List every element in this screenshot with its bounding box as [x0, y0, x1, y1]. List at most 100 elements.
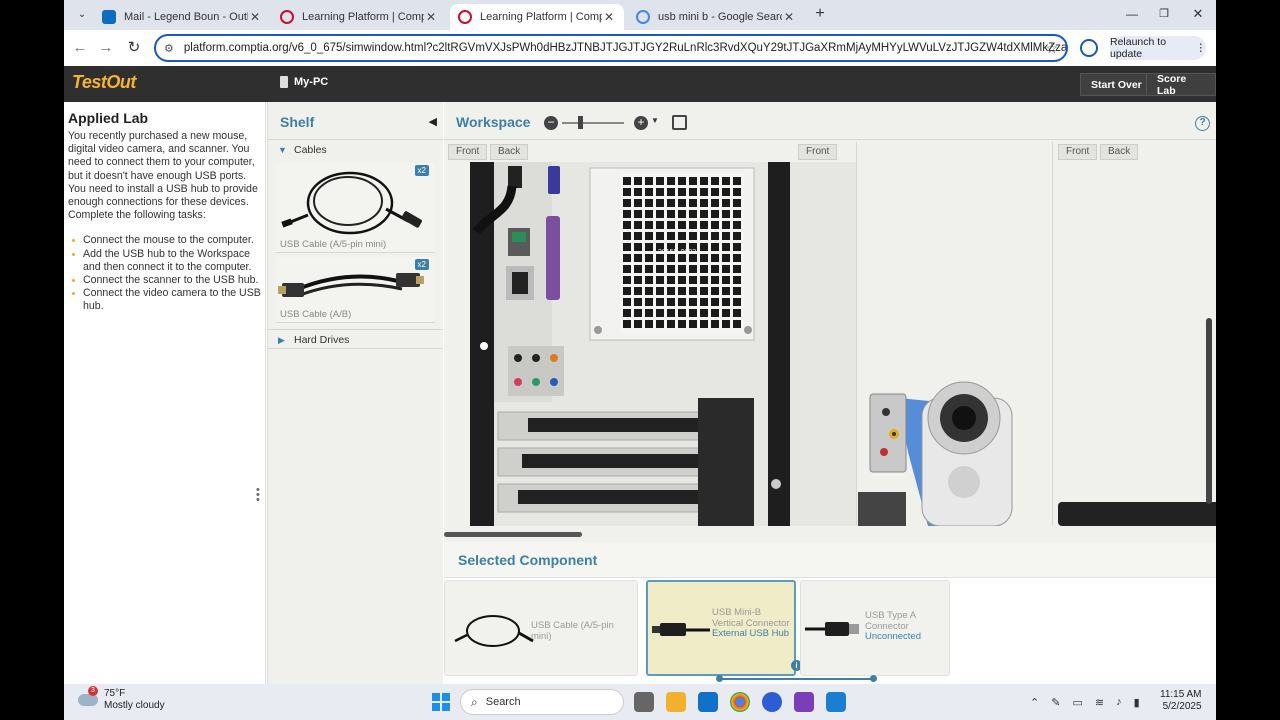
windows-start-icon[interactable] [432, 693, 450, 711]
tab-google-search[interactable]: usb mini b - Google Search ✕ [628, 4, 804, 30]
collapse-left-icon[interactable]: ◀ [429, 115, 437, 128]
profile-icon[interactable] [1080, 39, 1098, 57]
testout-logo: TestOut [72, 72, 136, 92]
workspace-panel: Workspace − + ▼ ? Front Back Front Front… [444, 102, 1216, 542]
category-label: Hard Drives [294, 334, 350, 346]
volume-icon[interactable]: ♪ [1116, 696, 1122, 709]
fit-to-screen-icon[interactable] [672, 115, 687, 130]
scanner-image [1058, 502, 1216, 526]
scanner-view[interactable] [1054, 162, 1216, 526]
weather-text: 75°F Mostly cloudy [104, 688, 165, 712]
wifi-icon[interactable]: ≋ [1095, 696, 1104, 709]
computer-label: 2015B-0002 [658, 249, 696, 256]
pane-divider [856, 142, 857, 526]
file-explorer-icon[interactable] [666, 692, 686, 712]
task-view-icon[interactable] [634, 692, 654, 712]
restore-icon[interactable]: ❐ [1154, 4, 1174, 24]
score-lab-button[interactable]: Score Lab [1146, 73, 1216, 97]
shelf-item-usb-cable-ab[interactable]: x2 USB Cable (A/B) [276, 257, 435, 323]
bookmark-star-icon[interactable]: ☆ [1045, 40, 1058, 57]
shelf-header: Shelf ◀ [268, 102, 443, 140]
relaunch-button[interactable]: Relaunch to update ⋮ [1110, 36, 1206, 60]
shelf-item-usb-cable-mini[interactable]: x2 USB Cable (A/5-pin mini) [276, 163, 435, 253]
connector-status-link[interactable]: Unconnected [865, 631, 947, 643]
collapsed-triangle-icon: ▶ [278, 335, 285, 345]
zoom-slider-track[interactable] [562, 122, 624, 124]
zoom-out-icon[interactable]: − [544, 116, 558, 130]
scanner-back-button[interactable]: Back [1100, 144, 1139, 160]
tab-title: Mail - Legend Boun - Outlook [124, 11, 248, 23]
selected-component-title: Selected Component [444, 542, 1216, 578]
help-icon[interactable]: ? [1195, 116, 1210, 131]
shelf-category-cables[interactable]: ▼ Cables [268, 140, 443, 160]
task-item: Connect the video camera to the USB hub. [72, 287, 261, 313]
system-tray: ⌃ ✎ ▭ ≋ ♪ ▮ [1030, 696, 1140, 709]
camera-front-button[interactable]: Front [798, 144, 838, 160]
horizontal-scrollbar[interactable] [444, 532, 582, 537]
video-camera-view[interactable] [858, 162, 1052, 526]
zoom-icon[interactable] [762, 692, 782, 712]
taskbar-search[interactable]: ⌕ Search [460, 689, 624, 715]
scanner-front-button[interactable]: Front [1058, 144, 1098, 160]
instructions-body: You recently purchased a new mouse, digi… [68, 130, 258, 222]
clock[interactable]: 11:15 AM 5/2/2025 [1160, 689, 1202, 713]
tab-outlook[interactable]: Mail - Legend Boun - Outlook ✕ [94, 4, 270, 30]
close-window-icon[interactable]: ✕ [1188, 4, 1208, 24]
zoom-in-icon[interactable]: + [634, 116, 648, 130]
site-info-icon[interactable]: ⚙ [164, 42, 174, 55]
display-icon[interactable]: ▭ [1072, 696, 1082, 709]
connector-status-link[interactable]: External USB Hub [712, 628, 794, 640]
task-item: Add the USB hub to the Workspace and the… [72, 248, 261, 274]
windows-taskbar: 3 75°F Mostly cloudy ⌕ Search ⌃ ✎ ▭ ≋ ♪ … [64, 684, 1216, 720]
start-over-button[interactable]: Start Over [1080, 73, 1153, 96]
computer-back-view[interactable]: 2015B-0002 [470, 162, 856, 526]
connector-name: USB Type A Connector [865, 610, 916, 632]
address-bar[interactable]: ⚙ platform.comptia.org/v6_0_675/simwindo… [154, 34, 1068, 62]
pane-divider [1052, 142, 1053, 526]
tab-learning-platform-2[interactable]: Learning Platform | CompTIA ✕ [450, 4, 624, 30]
close-icon[interactable]: ✕ [424, 10, 438, 24]
relaunch-label: Relaunch to update [1110, 36, 1167, 60]
close-icon[interactable]: ✕ [782, 10, 796, 24]
close-icon[interactable]: ✕ [602, 10, 616, 24]
workspace-header: Workspace − + ▼ ? [444, 102, 1216, 140]
clock-date: 5/2/2025 [1162, 701, 1202, 712]
component-label: USB Type A Connector Unconnected [865, 610, 947, 643]
back-arrow-icon[interactable]: ← [70, 38, 90, 58]
zoom-slider-thumb[interactable] [578, 116, 583, 129]
close-icon[interactable]: ✕ [248, 10, 262, 24]
clipchamp-icon[interactable] [794, 692, 814, 712]
panel-resize-grip-icon[interactable]: • • • [256, 485, 264, 506]
component-usb-mini-b-connector[interactable]: USB Mini-B Vertical Connector External U… [646, 580, 796, 676]
selected-component-panel: Selected Component USB Cable (A/5-pin mi… [444, 542, 1216, 684]
reload-icon[interactable]: ↻ [124, 38, 144, 58]
cloud-icon: 3 [78, 686, 98, 706]
tab-search-chevron-icon[interactable]: ⌄ [72, 5, 92, 25]
usb-ab-cable-image [278, 273, 424, 297]
computer-back-button[interactable]: Back [490, 144, 529, 160]
vertical-scrollbar[interactable] [1206, 318, 1212, 504]
task-item: Connect the mouse to the computer. [72, 234, 261, 247]
component-usb-cable-mini[interactable]: USB Cable (A/5-pin mini) [444, 580, 638, 676]
forward-arrow-icon[interactable]: → [96, 38, 116, 58]
chrome-icon[interactable] [730, 692, 750, 712]
component-usb-type-a-connector[interactable]: USB Type A Connector Unconnected [800, 580, 950, 676]
new-tab-icon[interactable]: + [810, 4, 830, 24]
computer-front-button[interactable]: Front [448, 144, 488, 160]
zoom-dropdown-caret-icon[interactable]: ▼ [651, 116, 659, 125]
category-label: Cables [294, 144, 327, 156]
app-icon[interactable] [826, 692, 846, 712]
pen-icon[interactable]: ✎ [1051, 696, 1060, 709]
workspace-title: Workspace [456, 114, 531, 130]
shelf-category-hard-drives[interactable]: ▶ Hard Drives [268, 329, 443, 349]
minimize-icon[interactable]: — [1122, 4, 1142, 24]
outlook-taskbar-icon[interactable] [698, 692, 718, 712]
weather-widget[interactable]: 3 75°F Mostly cloudy [78, 686, 165, 712]
weather-desc: Mostly cloudy [104, 700, 165, 711]
chevron-up-icon[interactable]: ⌃ [1030, 696, 1039, 709]
battery-icon[interactable]: ▮ [1134, 696, 1140, 709]
item-label: USB Cable (A/B) [280, 309, 352, 320]
screen: ⌄ Mail - Legend Boun - Outlook ✕ Learnin… [0, 0, 1280, 720]
tab-learning-platform-1[interactable]: Learning Platform | CompTIA ✕ [272, 4, 446, 30]
browser-toolbar: ← → ↻ ⚙ platform.comptia.org/v6_0_675/si… [64, 30, 1216, 66]
